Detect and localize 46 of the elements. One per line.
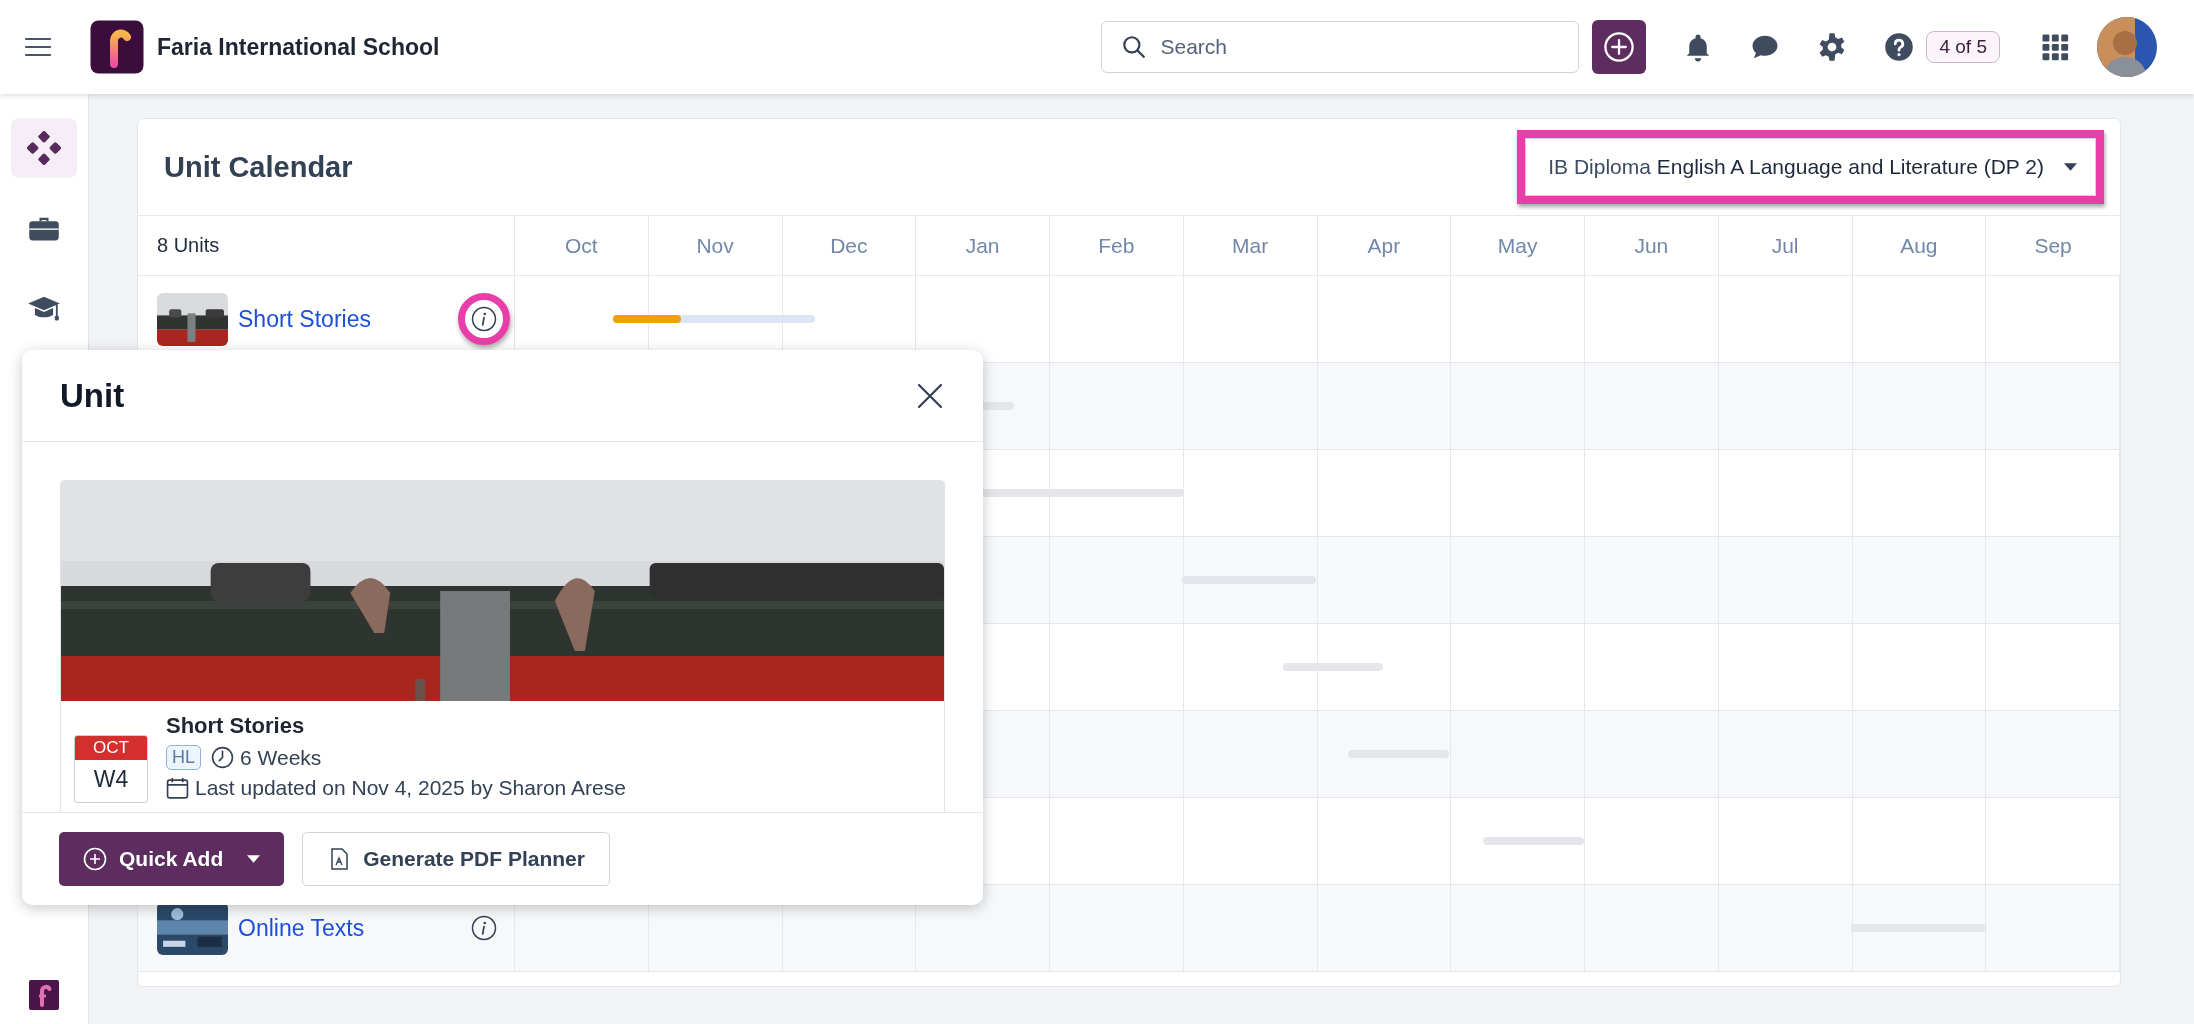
info-icon[interactable] [471, 915, 497, 941]
calendar-icon [166, 776, 189, 800]
unit-card[interactable]: OCT W4 Short Stories HL 6 Weeks Last updated on Nov 4, 2025 by Sharon Arese [60, 480, 945, 812]
month-label: May [1497, 233, 1538, 258]
month-label: Oct [565, 233, 598, 258]
add-button[interactable] [1592, 20, 1647, 74]
school-name: Faria International School [157, 33, 440, 61]
close-icon[interactable] [917, 382, 943, 409]
quick-add-button[interactable]: Quick Add [59, 832, 285, 886]
tour-progress-badge[interactable]: 4 of 5 [1926, 31, 2000, 63]
caret-icon [2064, 162, 2077, 172]
popup-title: Unit [60, 376, 125, 415]
plus-circle-icon [1602, 30, 1637, 64]
month-label: Jan [965, 233, 1000, 258]
month-label: Feb [1098, 233, 1135, 258]
avatar[interactable] [2097, 17, 2157, 77]
month-label: Apr [1367, 233, 1401, 258]
page-title: Unit Calendar [164, 150, 353, 184]
unit-link[interactable]: Online Texts [238, 914, 365, 942]
last-updated: Last updated on Nov 4, 2025 by Sharon Arese [195, 776, 626, 800]
search-field[interactable]: Search [1101, 21, 1580, 73]
unit-link[interactable]: Short Stories [238, 305, 371, 333]
logo[interactable] [90, 20, 144, 74]
sidebar-item[interactable] [11, 118, 77, 178]
month-label: Jul [1771, 233, 1799, 258]
course-select[interactable]: IB Diploma English A Language and Literature (DP 2) [1525, 138, 2096, 196]
month-label: Nov [696, 233, 734, 258]
apps-grid-icon[interactable] [2040, 32, 2070, 62]
calendar-badge: OCT W4 [74, 735, 148, 803]
month-label: Jun [1634, 233, 1669, 258]
plus-circle-icon [83, 847, 107, 871]
duration: 6 Weeks [240, 745, 322, 770]
help-icon[interactable] [1884, 32, 1915, 62]
month-label: Sep [2034, 233, 2072, 258]
generate-pdf-button[interactable]: Generate PDF Planner [302, 832, 610, 886]
month-label: Mar [1232, 233, 1269, 258]
info-icon[interactable] [471, 306, 497, 332]
units-count: 8 Units [157, 234, 220, 257]
caret-icon [247, 854, 261, 864]
month-label: Aug [1900, 233, 1938, 258]
menu-icon[interactable] [25, 37, 51, 57]
level-tag: HL [166, 745, 201, 770]
diamond-grid-icon [27, 131, 61, 165]
month-label: Dec [830, 233, 868, 258]
clock-icon [211, 746, 234, 769]
unit-title: Short Stories [166, 713, 306, 739]
